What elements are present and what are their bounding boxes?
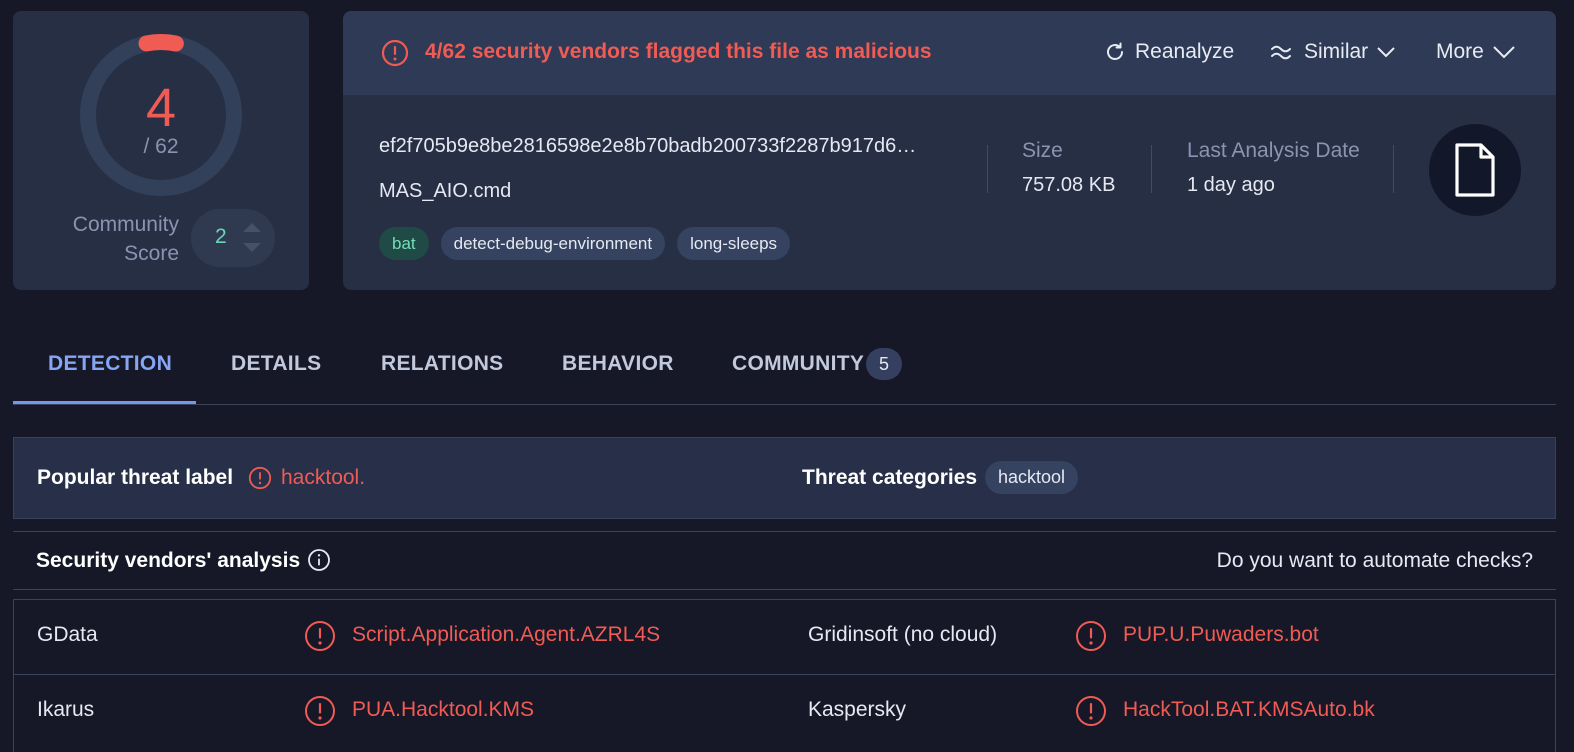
- detection-summary: 4/62 security vendors flagged this file …: [425, 40, 932, 63]
- vendor-result: Script.Application.Agent.AZRL4S: [352, 623, 661, 646]
- community-score-value: 2: [215, 225, 227, 248]
- community-score-widget: 2: [191, 209, 275, 267]
- active-tab-indicator: [13, 401, 196, 404]
- file-name: MAS_AIO.cmd: [379, 180, 512, 202]
- vendor-result: HackTool.BAT.KMSAuto.bk: [1123, 698, 1375, 721]
- detection-banner: 4/62 security vendors flagged this file …: [343, 11, 1556, 95]
- vendor-results-table: GData Script.Application.Agent.AZRL4S Gr…: [13, 599, 1556, 752]
- automate-checks-link[interactable]: Do you want to automate checks?: [1217, 549, 1533, 573]
- vendor-name: Ikarus: [37, 698, 95, 721]
- alert-circle-icon: [248, 466, 272, 490]
- last-analysis-label: Last Analysis Date: [1187, 139, 1360, 162]
- size-value: 757.08 KB: [1022, 174, 1116, 196]
- file-tag[interactable]: bat: [379, 227, 429, 260]
- detection-count: 4: [145, 78, 177, 138]
- popular-threat-value[interactable]: hacktool.: [281, 466, 365, 490]
- more-button[interactable]: More: [1436, 40, 1516, 64]
- file-icon: [1455, 143, 1495, 197]
- vendor-result: PUP.U.Puwaders.bot: [1123, 623, 1319, 646]
- alert-circle-icon: [305, 696, 335, 726]
- file-tags: bat detect-debug-environment long-sleeps: [379, 227, 791, 260]
- threat-summary-panel: Popular threat label hacktool. Threat ca…: [13, 437, 1556, 519]
- divider: [1393, 145, 1394, 193]
- last-analysis-value: 1 day ago: [1187, 174, 1275, 196]
- popular-threat-label: Popular threat label: [37, 466, 234, 489]
- vendor-result: PUA.Hacktool.KMS: [352, 698, 535, 721]
- divider: [987, 145, 988, 193]
- file-type-badge: [1429, 124, 1521, 216]
- threat-categories-label: Threat categories: [802, 466, 978, 489]
- alert-circle-icon: [1076, 621, 1106, 651]
- table-row: Ikarus PUA.Hacktool.KMS Kaspersky HackTo…: [14, 675, 1555, 750]
- refresh-icon: [1107, 42, 1123, 60]
- alert-circle-icon: [305, 621, 335, 651]
- size-label: Size: [1022, 139, 1063, 162]
- divider: [1151, 145, 1152, 193]
- alert-circle-icon: [381, 39, 409, 67]
- vendor-name: Gridinsoft (no cloud): [808, 623, 998, 646]
- alert-circle-icon: [1076, 696, 1106, 726]
- community-score-label: Community Score: [72, 213, 179, 265]
- file-tag[interactable]: long-sleeps: [677, 227, 791, 260]
- tab-relations[interactable]: RELATIONS: [381, 352, 503, 376]
- reanalyze-button[interactable]: Reanalyze: [1103, 40, 1234, 64]
- file-hash[interactable]: ef2f705b9e8be2816598e2e8b70badb200733f22…: [379, 135, 954, 158]
- vendor-name: GData: [37, 623, 98, 646]
- vendors-header: Security vendors' analysis Do you want t…: [13, 531, 1556, 590]
- detection-score-card: 4 / 62 Community Score 2: [13, 11, 309, 290]
- tab-community[interactable]: COMMUNITY: [732, 352, 864, 376]
- info-icon[interactable]: [307, 548, 331, 572]
- vendor-name: Kaspersky: [808, 698, 907, 721]
- tab-details[interactable]: DETAILS: [231, 352, 321, 376]
- file-tag[interactable]: detect-debug-environment: [440, 227, 666, 260]
- community-count-badge: 5: [866, 348, 902, 380]
- chevron-down-icon: [1493, 46, 1515, 59]
- tab-behavior[interactable]: BEHAVIOR: [562, 352, 674, 376]
- similar-icon: [1271, 45, 1291, 60]
- chevron-down-icon: [1377, 47, 1395, 58]
- tab-detection[interactable]: DETECTION: [48, 352, 172, 376]
- file-info-card: 4/62 security vendors flagged this file …: [343, 11, 1556, 290]
- detection-score-arc: [138, 34, 184, 52]
- report-tabs: DETECTION DETAILS RELATIONS BEHAVIOR COM…: [13, 336, 1556, 405]
- table-row: GData Script.Application.Agent.AZRL4S Gr…: [14, 600, 1555, 675]
- chevron-down-icon[interactable]: [243, 243, 261, 252]
- threat-category-tag[interactable]: hacktool: [985, 461, 1079, 494]
- similar-button[interactable]: Similar: [1270, 40, 1396, 64]
- chevron-up-icon[interactable]: [243, 223, 261, 232]
- detection-total: / 62: [143, 135, 179, 158]
- vendors-title: Security vendors' analysis: [36, 549, 301, 572]
